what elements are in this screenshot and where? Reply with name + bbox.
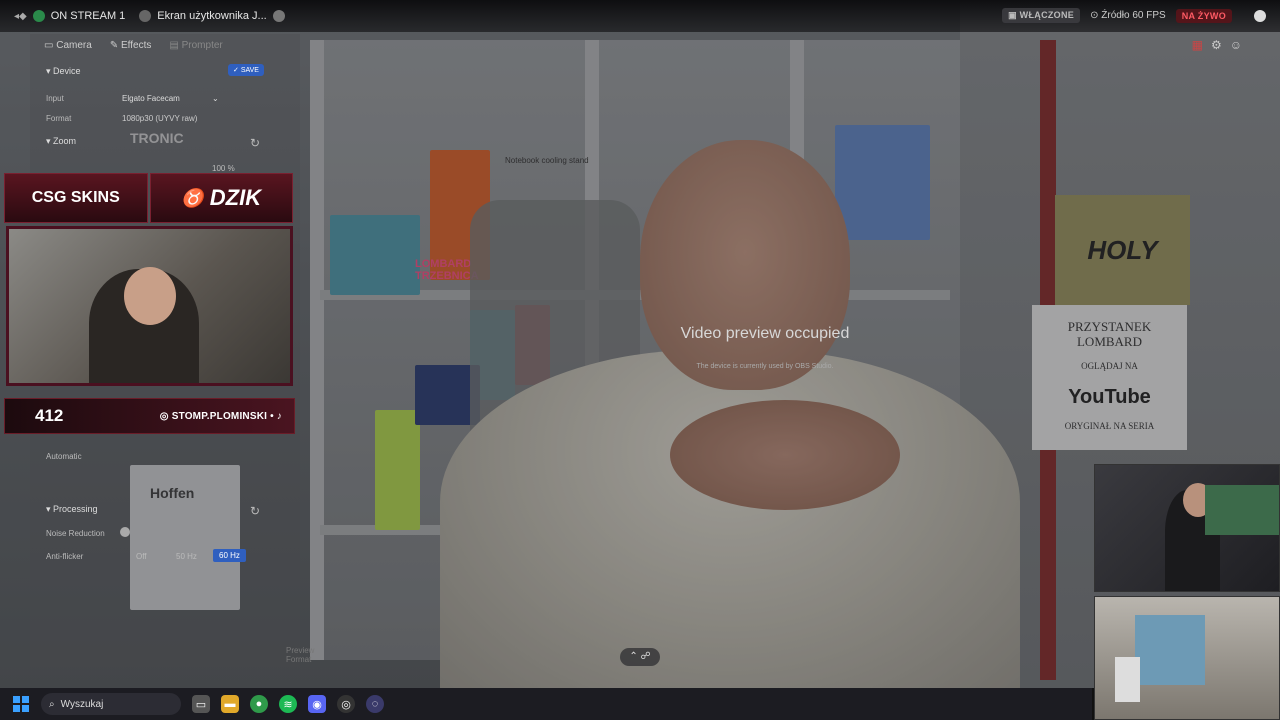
input-label: Input bbox=[46, 94, 64, 103]
input-value: Elgato Facecam bbox=[122, 94, 180, 103]
nav-arrows-icon[interactable]: ◂◆ bbox=[14, 11, 27, 22]
source-fps-label: Źródło 60 FPS bbox=[1101, 10, 1166, 21]
input-select[interactable]: Elgato Facecam ⌄ bbox=[122, 94, 219, 103]
status-area: ▣ WŁĄCZONE ⊙ Źródło 60 FPS NA ŻYWO bbox=[1002, 8, 1266, 23]
avatar bbox=[139, 10, 152, 22]
processing-section-label: Processing bbox=[53, 504, 98, 514]
pip-camera-desk bbox=[1094, 464, 1280, 592]
live-label: NA ŻYWO bbox=[1181, 10, 1226, 21]
tab-prompter-label: Prompter bbox=[181, 40, 223, 51]
avatar bbox=[272, 10, 285, 22]
save-button[interactable]: ✓ SAVE bbox=[228, 64, 264, 76]
device-section-label: Device bbox=[53, 66, 81, 76]
sponsor-dzik-label: DZIK bbox=[209, 185, 262, 210]
stats-bar: 412 ◎ STOMP.PLOMINSKI • ♪ bbox=[4, 398, 295, 434]
tab-on-stream[interactable]: ◂◆ ON STREAM 1 bbox=[14, 10, 125, 22]
tiktok-icon: ♪ bbox=[276, 410, 282, 422]
chrome-icon[interactable]: ● bbox=[250, 695, 268, 713]
format-label: Format bbox=[46, 114, 72, 123]
enabled-label: WŁĄCZONE bbox=[1019, 10, 1075, 20]
search-icon: ⌕ bbox=[49, 698, 55, 710]
preview-controls[interactable]: ⌃ ☍ bbox=[620, 648, 660, 666]
source-fps: ⊙ Źródło 60 FPS bbox=[1090, 10, 1166, 21]
pip-camera-room bbox=[1094, 596, 1280, 720]
zoom-section-label: Zoom bbox=[53, 136, 77, 146]
file-explorer-icon[interactable]: ▬ bbox=[221, 695, 239, 713]
processing-section[interactable]: ▾ Processing bbox=[46, 504, 98, 515]
antiflicker-50hz[interactable]: 50 Hz bbox=[176, 552, 197, 561]
tab-screen-capture[interactable]: Ekran użytkownika J... bbox=[139, 10, 285, 22]
preview-occupied-title: Video preview occupied bbox=[680, 325, 850, 342]
grid-icon[interactable]: ▦ bbox=[1192, 38, 1203, 52]
tab-camera-label: Camera bbox=[56, 40, 92, 51]
user-icon[interactable]: ☺ bbox=[1230, 38, 1242, 52]
preview-occupied-subtitle: The device is currently used by OBS Stud… bbox=[696, 363, 834, 370]
tab-on-stream-label: ON STREAM 1 bbox=[50, 10, 126, 22]
sponsor-csgoskins: CSG SKINS bbox=[4, 173, 148, 223]
taskbar-search[interactable]: ⌕ Wyszukaj bbox=[41, 693, 181, 715]
pip-monitor bbox=[1205, 485, 1279, 535]
reset-icon[interactable]: ↻ bbox=[250, 504, 260, 518]
overlay-toolbar: ▦ ⚙ ☺ bbox=[1192, 38, 1242, 52]
start-button[interactable] bbox=[13, 696, 29, 712]
zoom-section[interactable]: ▾ Zoom bbox=[46, 136, 76, 147]
tab-camera[interactable]: ▭ Camera bbox=[44, 40, 92, 51]
bull-icon: ♉ bbox=[181, 187, 204, 208]
noise-reduction-label: Noise Reduction bbox=[46, 529, 105, 538]
gear-icon[interactable]: ⚙ bbox=[1211, 38, 1222, 52]
noise-reduction-toggle[interactable] bbox=[120, 527, 130, 537]
live-badge: NA ŻYWO bbox=[1175, 8, 1232, 23]
task-view-icon[interactable]: ▭ bbox=[192, 695, 210, 713]
sponsor-banner: CSG SKINS ♉ DZIK bbox=[4, 173, 293, 223]
device-section[interactable]: ▾ Device bbox=[46, 66, 81, 77]
panel-tabs: ▭ Camera ✎ Effects ▤ Prompter bbox=[30, 34, 300, 57]
sponsor-csgoskins-label: CSG SKINS bbox=[31, 189, 120, 206]
chevron-down-icon: ⌄ bbox=[212, 94, 219, 103]
account-icon[interactable] bbox=[1254, 9, 1266, 22]
sponsor-dzik: ♉ DZIK bbox=[149, 173, 293, 223]
viewer-counter: 412 bbox=[35, 406, 64, 425]
tab-effects-label: Effects bbox=[120, 40, 152, 51]
antiflicker-60hz[interactable]: 60 Hz bbox=[213, 549, 246, 562]
app-icon[interactable]: ◌ bbox=[366, 695, 384, 713]
antiflicker-label: Anti-flicker bbox=[46, 552, 84, 561]
tab-prompter[interactable]: ▤ Prompter bbox=[169, 40, 222, 51]
spotify-icon[interactable]: ≋ bbox=[279, 695, 297, 713]
pip-figure bbox=[1115, 657, 1140, 702]
enabled-badge: ▣ WŁĄCZONE bbox=[1002, 8, 1081, 23]
discord-icon[interactable]: ◉ bbox=[308, 695, 326, 713]
zoom-value: 100 % bbox=[212, 164, 235, 173]
tab-effects[interactable]: ✎ Effects bbox=[110, 40, 152, 51]
window-titlebar: ◂◆ ON STREAM 1 Ekran użytkownika J... ▣ … bbox=[0, 0, 1280, 32]
tab-screen-capture-label: Ekran użytkownika J... bbox=[157, 10, 267, 22]
automatic-label: Automatic bbox=[46, 452, 82, 461]
antiflicker-off[interactable]: Off bbox=[136, 552, 147, 561]
obs-icon[interactable]: ◎ bbox=[337, 695, 355, 713]
pip-window bbox=[1135, 615, 1205, 685]
format-value[interactable]: 1080p30 (UYVY raw) bbox=[122, 114, 197, 123]
search-placeholder: Wyszukaj bbox=[60, 698, 104, 710]
social-handle: ◎ STOMP.PLOMINSKI • ♪ bbox=[159, 410, 282, 422]
stream-status-icon bbox=[32, 10, 45, 22]
webcam-overlay bbox=[6, 226, 293, 386]
social-handle-label: STOMP.PLOMINSKI bbox=[171, 410, 268, 422]
reset-icon[interactable]: ↻ bbox=[250, 136, 260, 150]
save-label: SAVE bbox=[240, 67, 259, 74]
webcam-head bbox=[124, 267, 176, 325]
taskbar: ⌕ Wyszukaj ▭ ▬ ● ≋ ◉ ◎ ◌ bbox=[0, 688, 1092, 720]
preview-format-label: Preview Format bbox=[286, 646, 315, 664]
